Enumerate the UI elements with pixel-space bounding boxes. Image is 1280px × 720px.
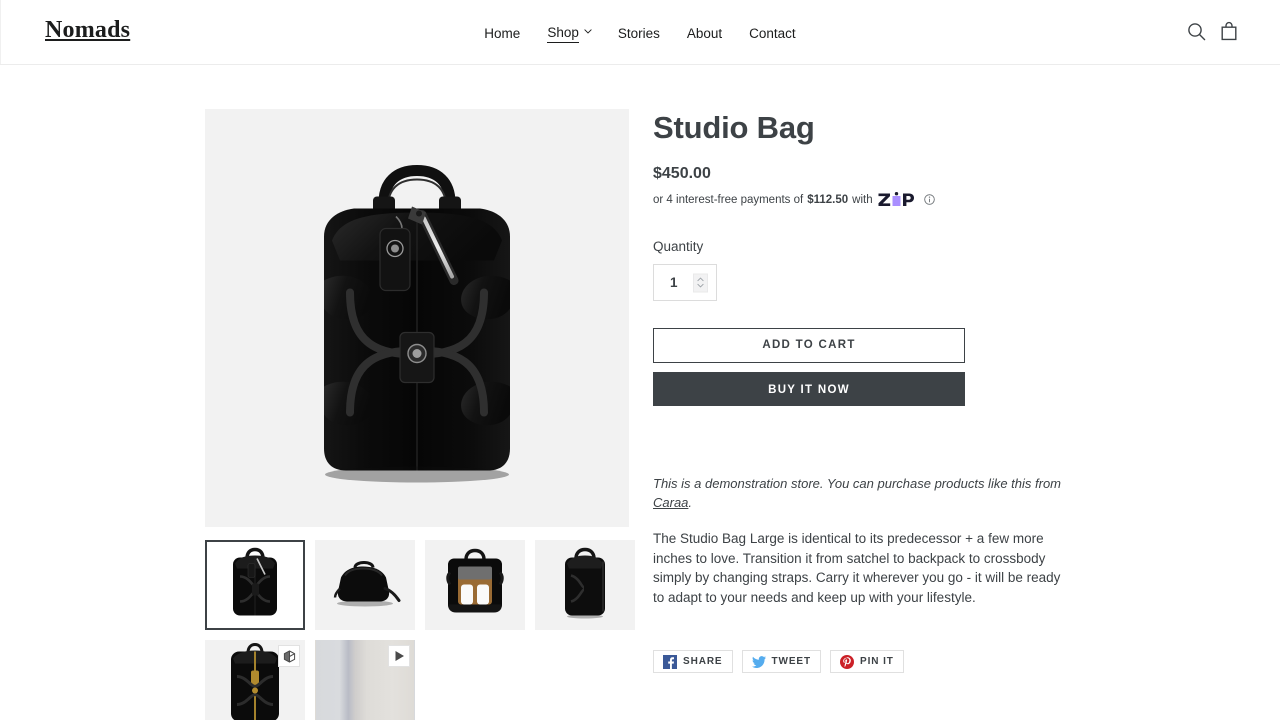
thumbnail-image-4 — [557, 546, 613, 625]
thumbnail-list — [205, 540, 645, 720]
nav-item-stories[interactable]: Stories — [618, 25, 660, 42]
nav-label-contact: Contact — [749, 26, 796, 41]
share-twitter-label: TWEET — [771, 656, 812, 667]
thumbnail-item-1[interactable] — [205, 540, 305, 630]
nav-label-stories: Stories — [617, 26, 660, 41]
nav-label-shop: Shop — [547, 24, 579, 43]
info-circle-icon[interactable] — [923, 194, 935, 205]
nav-item-home[interactable]: Home — [484, 25, 520, 42]
demo-note-text: This is a demonstration store. You can p… — [653, 476, 1062, 491]
header-icon-group — [1187, 21, 1238, 41]
share-facebook-button[interactable]: SHARE — [653, 650, 733, 673]
thumbnail-image-1 — [227, 546, 283, 625]
installment-amount: $112.50 — [807, 193, 849, 206]
quantity-stepper[interactable]: 1 — [653, 264, 717, 301]
product-page: Studio Bag $450.00 or 4 interest-free pa… — [0, 65, 1280, 720]
3d-model-icon — [278, 645, 300, 667]
share-pinterest-button[interactable]: PIN IT — [830, 650, 904, 673]
quantity-label: Quantity — [653, 239, 704, 254]
zip-logo — [878, 192, 914, 207]
nav-label-about: About — [686, 26, 723, 41]
nav-item-about[interactable]: About — [687, 25, 722, 42]
thumbnail-item-5[interactable] — [205, 640, 305, 720]
thumbnail-image-3 — [442, 547, 508, 624]
quantity-value[interactable]: 1 — [670, 275, 678, 290]
share-buttons: SHARE TWEET PIN IT — [653, 650, 1073, 673]
share-twitter-button[interactable]: TWEET — [741, 650, 822, 673]
thumbnail-item-6[interactable] — [315, 640, 415, 720]
product-info: Studio Bag $450.00 or 4 interest-free pa… — [653, 109, 1073, 673]
demo-note-suffix: . — [688, 495, 693, 510]
nav-item-shop[interactable]: Shop — [547, 24, 592, 43]
product-main-image[interactable] — [205, 109, 629, 527]
nav-item-contact[interactable]: Contact — [749, 25, 796, 42]
product-price: $450.00 — [653, 165, 711, 182]
pinterest-icon — [840, 654, 855, 669]
thumbnail-item-4[interactable] — [535, 540, 635, 630]
share-pinterest-label: PIN IT — [860, 656, 894, 667]
chevron-down-icon — [584, 29, 592, 36]
demo-store-note: This is a demonstration store. You can p… — [653, 474, 1073, 512]
installment-with: with — [852, 193, 873, 206]
add-to-cart-button[interactable]: ADD TO CART — [653, 328, 965, 363]
thumbnail-item-3[interactable] — [425, 540, 525, 630]
product-gallery — [205, 109, 635, 720]
thumbnail-image-2 — [327, 556, 403, 615]
main-navigation: Home Shop Stories About Contact — [0, 24, 1280, 43]
quantity-spinner-icon[interactable] — [693, 273, 708, 292]
product-description: The Studio Bag Large is identical to its… — [653, 531, 1061, 605]
play-icon — [388, 645, 410, 667]
installment-prefix: or 4 interest-free payments of — [653, 193, 804, 206]
buy-it-now-button[interactable]: BUY IT NOW — [653, 372, 965, 406]
facebook-icon — [663, 654, 677, 669]
product-title: Studio Bag — [653, 110, 815, 145]
share-facebook-label: SHARE — [683, 656, 723, 667]
shopping-bag-icon[interactable] — [1220, 21, 1238, 41]
search-icon[interactable] — [1187, 22, 1206, 41]
thumbnail-item-2[interactable] — [315, 540, 415, 630]
thumbnail-image-5 — [224, 641, 286, 720]
nav-label-home: Home — [484, 26, 521, 41]
installment-message: or 4 interest-free payments of $112.50 w… — [653, 192, 1073, 207]
caraa-link[interactable]: Caraa — [653, 495, 688, 510]
site-header: Nomads Home Shop Stories About Contact — [0, 0, 1280, 65]
backpack-illustration — [272, 141, 562, 496]
twitter-icon — [751, 655, 766, 668]
